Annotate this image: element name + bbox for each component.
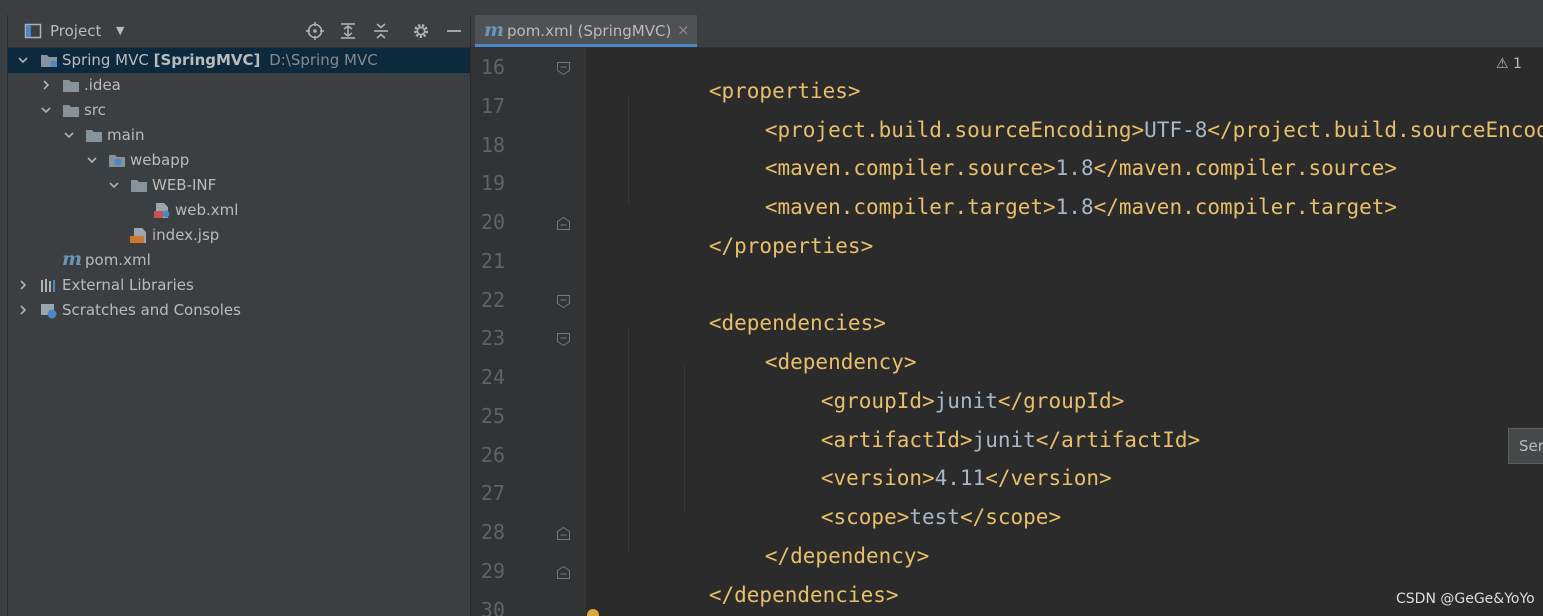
- ide-window: Project ▼ Spring MVC [SpringMVC] D:\Spri…: [0, 0, 1543, 616]
- line-number: 16: [480, 55, 505, 79]
- minimize-icon[interactable]: [445, 22, 463, 40]
- tree-item-label: .idea: [84, 76, 121, 94]
- line-gutter: 16 17 18 19 20 21 22 23 24 25 26 27 28 2…: [471, 48, 586, 616]
- collapse-all-icon[interactable]: [372, 22, 390, 40]
- watermark: CSDN @GeGe&YoYo: [1396, 591, 1535, 607]
- chevron-right-icon[interactable]: [18, 280, 28, 290]
- chevron-down-icon[interactable]: [87, 155, 97, 165]
- fold-end-icon[interactable]: [557, 566, 570, 579]
- indent-guide: [628, 327, 629, 552]
- fold-start-icon[interactable]: [557, 333, 570, 346]
- tree-item-web-inf[interactable]: WEB-INF: [8, 173, 470, 198]
- chevron-down-icon[interactable]: [109, 180, 119, 190]
- scratches-icon: [41, 304, 57, 319]
- project-tool-window: Project ▼ Spring MVC [SpringMVC] D:\Spri…: [8, 15, 470, 616]
- tree-item-label: External Libraries: [62, 276, 194, 294]
- jsp-file-icon: [130, 228, 146, 243]
- folder-icon: [86, 130, 102, 142]
- line-number: 30: [480, 598, 505, 616]
- code-line[interactable]: </properties>: [633, 210, 873, 282]
- tree-item-idea[interactable]: .idea: [8, 73, 470, 98]
- fold-start-icon[interactable]: [557, 62, 570, 75]
- tree-item-label: WEB-INF: [152, 176, 217, 194]
- left-tool-strip[interactable]: [0, 15, 8, 616]
- warning-count: 1: [1513, 56, 1522, 72]
- fold-end-icon[interactable]: [557, 527, 570, 540]
- indent-guide: [684, 366, 685, 513]
- module-folder-icon: [41, 55, 57, 67]
- side-tool-label: Ser: [1519, 437, 1543, 455]
- folder-icon: [131, 180, 147, 192]
- close-icon[interactable]: ×: [677, 21, 690, 39]
- fold-start-icon[interactable]: [557, 295, 570, 308]
- chevron-right-icon[interactable]: [41, 80, 51, 90]
- expand-all-icon[interactable]: [339, 22, 357, 40]
- line-number: 25: [480, 404, 505, 428]
- gear-icon[interactable]: [412, 22, 430, 40]
- line-number: 20: [480, 210, 505, 234]
- bulb-icon[interactable]: [587, 609, 599, 616]
- locate-icon[interactable]: [306, 22, 324, 40]
- fold-end-icon[interactable]: [557, 217, 570, 230]
- line-number: 17: [480, 94, 505, 118]
- folder-icon: [63, 80, 79, 92]
- tree-item-label: pom.xml: [85, 251, 151, 269]
- line-number: 28: [480, 520, 505, 544]
- module-name: [SpringMVC]: [153, 51, 261, 69]
- code-line[interactable]: </dependencies>: [633, 559, 899, 616]
- inspection-widget[interactable]: ⚠ 1: [1496, 56, 1522, 72]
- tree-item-label: web.xml: [175, 201, 239, 219]
- tree-item-label: index.jsp: [152, 226, 220, 244]
- line-number: 21: [480, 249, 505, 273]
- tree-item-label: main: [107, 126, 145, 144]
- line-number: 24: [480, 365, 505, 389]
- module-path: D:\Spring MVC: [269, 51, 378, 69]
- indent-guide: [628, 95, 629, 205]
- tree-item-src[interactable]: src: [8, 98, 470, 123]
- tab-label: pom.xml (SpringMVC): [507, 22, 672, 40]
- tree-item-label: webapp: [130, 151, 190, 169]
- editor-tab-bar: m pom.xml (SpringMVC) ×: [471, 15, 1543, 48]
- libraries-icon: [41, 279, 55, 292]
- tree-item-project-root[interactable]: Spring MVC [SpringMVC] D:\Spring MVC: [8, 48, 470, 73]
- project-panel-title[interactable]: Project: [50, 22, 101, 40]
- tree-item-scratches[interactable]: Scratches and Consoles: [8, 298, 470, 323]
- project-window-icon: [24, 23, 42, 39]
- line-number: 19: [480, 171, 505, 195]
- tree-item-label: Scratches and Consoles: [62, 301, 241, 319]
- tree-item-label: src: [84, 101, 106, 119]
- code-editor[interactable]: m pom.xml (SpringMVC) × 16 17 18 19 20 2…: [471, 15, 1543, 616]
- tree-item-label: Spring MVC: [62, 51, 149, 69]
- title-strip: [0, 0, 1543, 15]
- chevron-down-icon[interactable]: [18, 55, 28, 65]
- web-folder-icon: [109, 155, 125, 167]
- chevron-down-icon[interactable]: ▼: [116, 24, 124, 37]
- maven-icon: m: [62, 248, 83, 270]
- tree-item-web-xml[interactable]: web.xml: [8, 198, 470, 223]
- warning-icon: ⚠: [1496, 56, 1509, 72]
- chevron-right-icon[interactable]: [18, 305, 28, 315]
- side-tool-button[interactable]: Ser: [1508, 428, 1543, 464]
- tree-item-external-libraries[interactable]: External Libraries: [8, 273, 470, 298]
- folder-icon: [63, 105, 79, 117]
- chevron-down-icon[interactable]: [41, 105, 51, 115]
- line-number: 29: [480, 559, 505, 583]
- tab-pom-xml[interactable]: m pom.xml (SpringMVC) ×: [475, 15, 697, 47]
- line-number: 26: [480, 443, 505, 467]
- line-number: 23: [480, 326, 505, 350]
- web-xml-file-icon: [154, 203, 170, 218]
- line-number: 22: [480, 288, 505, 312]
- maven-icon: m: [484, 19, 505, 41]
- line-number: 18: [480, 133, 505, 157]
- tree-item-main[interactable]: main: [8, 123, 470, 148]
- chevron-down-icon[interactable]: [64, 130, 74, 140]
- tree-item-pom-xml[interactable]: m pom.xml: [8, 248, 470, 273]
- project-panel-header: Project ▼: [8, 15, 470, 48]
- tree-item-webapp[interactable]: webapp: [8, 148, 470, 173]
- line-number: 27: [480, 481, 505, 505]
- tree-item-index-jsp[interactable]: index.jsp: [8, 223, 470, 248]
